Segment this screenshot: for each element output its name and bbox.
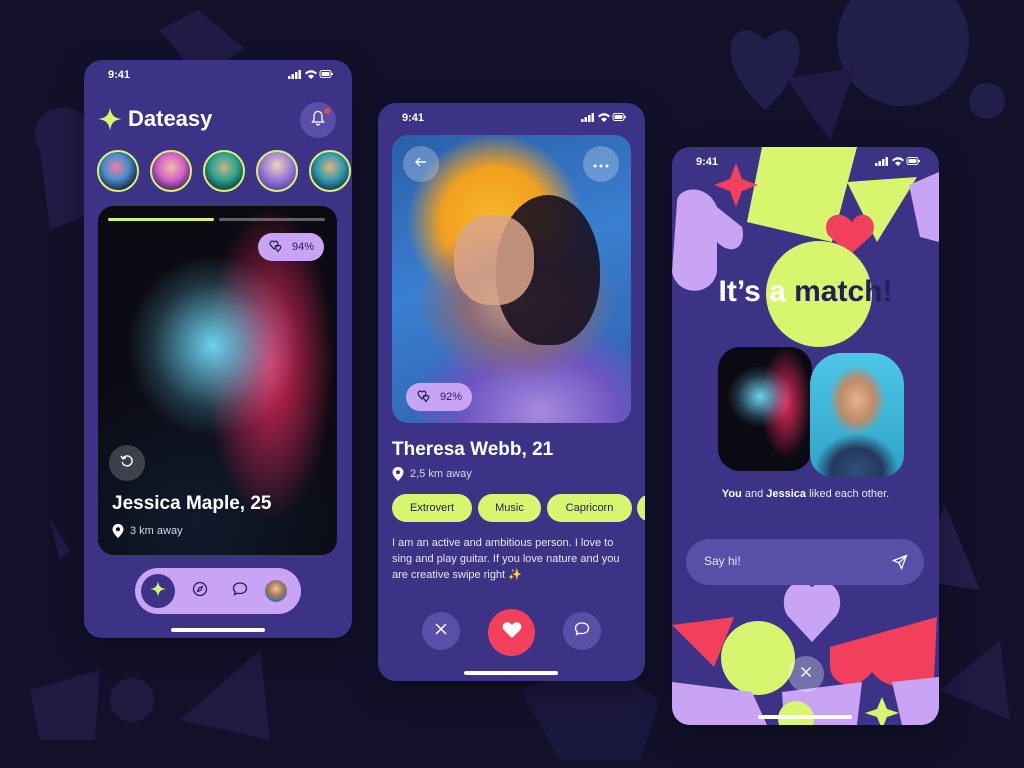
- nav-profile-avatar[interactable]: [265, 580, 287, 602]
- story-avatar[interactable]: [309, 150, 351, 192]
- close-icon: [800, 665, 812, 683]
- dislike-button[interactable]: [422, 612, 460, 650]
- profile-card[interactable]: 94% Jessica Maple, 25 3 km away: [98, 206, 337, 555]
- home-indicator: [171, 628, 265, 632]
- nav-explore-button[interactable]: [183, 574, 217, 608]
- notification-button[interactable]: [300, 102, 336, 138]
- profile-distance: 3 km away: [130, 525, 183, 537]
- profile-bio: I am an active and ambitious person. I l…: [392, 537, 620, 581]
- sparkle-icon: [98, 107, 122, 136]
- hearts-icon: [269, 240, 282, 253]
- caption-rest: liked each other.: [809, 488, 890, 500]
- match-photo-her: [718, 347, 812, 471]
- close-match-button[interactable]: [788, 656, 824, 692]
- match-percent-badge: 94%: [258, 233, 324, 261]
- tag-chip-overflow[interactable]: [637, 494, 645, 522]
- match-caption: You and Jessica liked each other.: [672, 488, 939, 500]
- send-icon[interactable]: [891, 554, 908, 575]
- app-brand-title: Dateasy: [128, 106, 213, 131]
- status-time: 9:41: [696, 156, 719, 168]
- profile-detail-phone: 9:41 92% Theresa Webb, 21 2,5 km away Ex…: [378, 103, 645, 681]
- close-icon: [434, 622, 448, 641]
- story-avatar[interactable]: [203, 150, 245, 192]
- headline-highlight: match!: [794, 275, 893, 308]
- sparkle-icon: [150, 580, 166, 602]
- undo-icon: [119, 453, 135, 474]
- tag-chip[interactable]: Capricorn: [547, 494, 632, 522]
- tags-row: Extrovert Music Capricorn: [378, 103, 645, 681]
- match-headline: It’s a match!: [672, 275, 939, 309]
- nav-chat-button[interactable]: [223, 574, 257, 608]
- home-screen-phone: 9:41 Dateasy 94% Jessica Maple, 25 3 km …: [84, 60, 352, 638]
- location-pin-icon: [112, 524, 124, 543]
- notification-badge: [324, 108, 330, 114]
- like-button[interactable]: [488, 609, 535, 656]
- rewind-button[interactable]: [109, 445, 145, 481]
- message-button[interactable]: [563, 612, 601, 650]
- compass-icon: [192, 581, 208, 602]
- story-avatar[interactable]: [97, 150, 139, 192]
- status-icons: [875, 155, 921, 170]
- tag-chip[interactable]: Extrovert: [392, 494, 472, 522]
- headline-prefix: It’s a: [718, 275, 786, 308]
- status-bar: 9:41: [84, 60, 352, 90]
- chat-icon: [574, 621, 590, 642]
- home-indicator: [758, 715, 852, 719]
- status-time: 9:41: [108, 69, 131, 81]
- profile-name: Jessica Maple, 25: [112, 493, 272, 514]
- tag-chip[interactable]: Music: [478, 494, 541, 522]
- story-avatar[interactable]: [150, 150, 192, 192]
- chat-icon: [232, 581, 248, 602]
- card-progress-inactive: [219, 218, 325, 221]
- caption-and: and: [744, 488, 764, 500]
- nav-home-button[interactable]: [141, 574, 175, 608]
- message-input-placeholder: Say hi!: [704, 554, 741, 568]
- match-screen-phone: 9:41 It’s a match! You and Jessica liked…: [672, 147, 939, 725]
- caption-name: Jessica: [766, 488, 807, 500]
- caption-you: You: [721, 488, 742, 500]
- stories-row: [97, 150, 352, 194]
- heart-icon: [502, 621, 522, 644]
- home-indicator: [464, 671, 558, 675]
- card-progress-active: [108, 218, 214, 221]
- status-bar: 9:41: [672, 147, 939, 177]
- match-photo-him: [810, 353, 904, 477]
- status-icons: [288, 68, 334, 83]
- match-percent-value: 94%: [292, 241, 315, 253]
- bottom-nav: [135, 568, 301, 614]
- message-input[interactable]: Say hi!: [686, 539, 924, 585]
- story-avatar[interactable]: [256, 150, 298, 192]
